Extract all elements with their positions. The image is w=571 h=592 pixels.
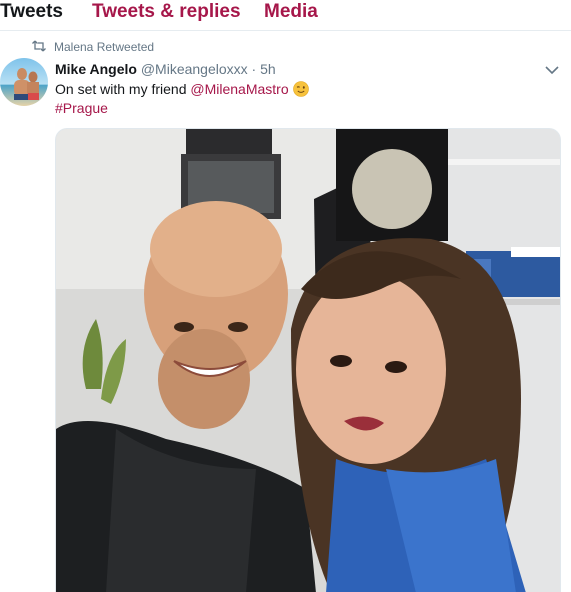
tweet-timestamp[interactable]: 5h: [260, 61, 276, 77]
avatar[interactable]: [0, 58, 48, 106]
retweet-context-label: Malena Retweeted: [54, 40, 155, 54]
tab-tweets[interactable]: Tweets: [0, 0, 63, 24]
tweet-photo[interactable]: [55, 128, 561, 592]
author-screen-name[interactable]: @Mikeangeloxxx: [141, 61, 248, 77]
tab-tweets-and-replies[interactable]: Tweets & replies: [92, 0, 241, 24]
author-fullname[interactable]: Mike Angelo: [55, 61, 137, 77]
winking-face-emoji-icon: [292, 81, 309, 97]
selfie-photo: [56, 129, 560, 592]
tab-media[interactable]: Media: [264, 0, 318, 24]
chevron-down-icon[interactable]: [544, 63, 560, 77]
tweet-text-line-1: On set with my friend @MilenaMastro: [55, 80, 555, 99]
hashtag-link[interactable]: #Prague: [55, 99, 555, 118]
retweet-icon: [32, 40, 46, 52]
tweet-text: On set with my friend @MilenaMastro #Pra…: [55, 80, 555, 118]
tweet-header: Mike Angelo @Mikeangeloxxx · 5h: [55, 60, 276, 78]
tweet-text-body: On set with my friend: [55, 81, 191, 97]
header-separator: ·: [251, 61, 257, 77]
mention-link[interactable]: @MilenaMastro: [190, 81, 288, 97]
profile-tabs: Tweets Tweets & replies Media: [0, 0, 571, 31]
retweet-context[interactable]: Malena Retweeted: [32, 40, 154, 54]
avatar-image: [0, 58, 48, 106]
